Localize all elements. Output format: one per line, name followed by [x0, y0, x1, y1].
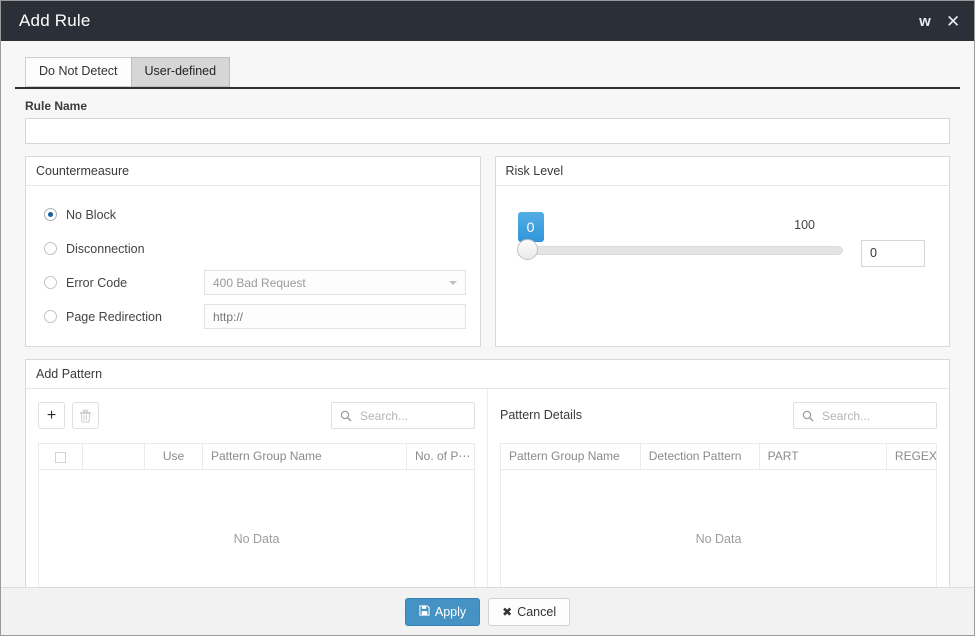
redirect-url-input[interactable] — [204, 304, 466, 329]
trash-icon — [79, 409, 92, 423]
chevron-down-icon — [449, 281, 457, 285]
risk-slider-handle[interactable] — [517, 239, 538, 260]
option-row-page-redirection: Page Redirection — [44, 300, 468, 334]
apply-button-label: Apply — [435, 605, 466, 619]
radio-indicator-page-redirection — [44, 310, 57, 323]
pattern-group-search-input[interactable] — [358, 408, 466, 424]
radio-error-code[interactable]: Error Code — [44, 276, 204, 290]
risk-level-title: Risk Level — [496, 157, 950, 186]
dialog-title: Add Rule — [19, 11, 918, 31]
tab-bar: Do Not Detect User-defined — [25, 57, 960, 87]
column-use[interactable]: Use — [145, 443, 203, 469]
pattern-group-empty-state: No Data — [38, 470, 475, 587]
dialog-footer: Apply ✖ Cancel — [1, 587, 974, 635]
table-header-row: Use Pattern Group Name No. of P⋯ — [39, 443, 475, 469]
add-pattern-panel: Add Pattern + — [25, 359, 950, 587]
option-row-error-code: Error Code 400 Bad Request — [44, 266, 468, 300]
select-all-checkbox[interactable] — [55, 452, 66, 463]
search-icon — [340, 410, 352, 422]
add-rule-dialog: Add Rule w ✕ Do Not Detect User-defined … — [0, 0, 975, 636]
pattern-group-section: + — [26, 389, 488, 587]
pattern-group-toolbar: + — [38, 401, 475, 431]
save-icon — [419, 605, 430, 618]
countermeasure-panel: Countermeasure No Block Disconnection — [25, 156, 481, 347]
apply-button[interactable]: Apply — [405, 598, 480, 626]
risk-slider-track[interactable] — [518, 246, 844, 255]
radio-label-disconnection: Disconnection — [66, 242, 145, 256]
add-pattern-title: Add Pattern — [26, 360, 949, 389]
tab-user-defined[interactable]: User-defined — [131, 57, 231, 87]
close-icon: ✖ — [502, 606, 512, 618]
risk-level-panel: Risk Level 0 100 — [495, 156, 951, 347]
risk-level-control: 0 100 — [496, 186, 950, 287]
delete-pattern-button[interactable] — [72, 402, 99, 429]
pattern-group-table: Use Pattern Group Name No. of P⋯ — [38, 443, 475, 470]
error-code-select[interactable]: 400 Bad Request — [204, 270, 466, 295]
rule-name-field: Rule Name — [25, 99, 950, 144]
pattern-details-empty-state: No Data — [500, 470, 937, 587]
error-code-control: 400 Bad Request — [204, 270, 466, 295]
titlebar-actions: w ✕ — [918, 13, 960, 30]
radio-indicator-error-code — [44, 276, 57, 289]
column-select-all[interactable] — [39, 443, 83, 469]
column-pattern-group-name[interactable]: Pattern Group Name — [501, 443, 641, 469]
radio-label-no-block: No Block — [66, 208, 116, 222]
risk-slider-badge: 0 — [518, 212, 544, 242]
pattern-details-section: Pattern Details — [488, 389, 949, 587]
rule-name-label: Rule Name — [25, 99, 950, 113]
pattern-details-search-input[interactable] — [820, 408, 928, 424]
column-regex[interactable]: REGEX — [886, 443, 936, 469]
add-pattern-body: + — [26, 389, 949, 587]
pattern-details-toolbar: Pattern Details — [500, 401, 937, 431]
close-icon[interactable]: ✕ — [946, 13, 960, 30]
option-row-no-block: No Block — [44, 198, 468, 232]
risk-slider-area: 0 100 — [518, 212, 844, 255]
radio-disconnection[interactable]: Disconnection — [44, 242, 204, 256]
column-part[interactable]: PART — [759, 443, 886, 469]
radio-indicator-disconnection — [44, 242, 57, 255]
cancel-button-label: Cancel — [517, 605, 556, 619]
countermeasure-title: Countermeasure — [26, 157, 480, 186]
redirect-control — [204, 304, 466, 329]
radio-indicator-no-block — [44, 208, 57, 221]
pattern-details-table: Pattern Group Name Detection Pattern PAR… — [500, 443, 937, 470]
column-pattern-group-name[interactable]: Pattern Group Name — [203, 443, 407, 469]
risk-level-number-input[interactable] — [861, 240, 925, 267]
dialog-titlebar: Add Rule w ✕ — [1, 1, 974, 41]
risk-slider-max-label: 100 — [794, 218, 815, 232]
column-detection-pattern[interactable]: Detection Pattern — [640, 443, 759, 469]
tab-do-not-detect[interactable]: Do Not Detect — [25, 57, 132, 87]
radio-no-block[interactable]: No Block — [44, 208, 204, 222]
add-pattern-button[interactable]: + — [38, 402, 65, 429]
column-no-of-patterns[interactable]: No. of P⋯ — [407, 443, 475, 469]
pattern-details-title: Pattern Details — [500, 402, 582, 429]
countermeasure-options: No Block Disconnection Error Code — [26, 186, 480, 346]
pattern-details-search[interactable] — [793, 402, 937, 429]
cancel-button[interactable]: ✖ Cancel — [488, 598, 570, 626]
radio-label-error-code: Error Code — [66, 276, 127, 290]
tab-underline — [15, 87, 960, 89]
rule-name-input[interactable] — [25, 118, 950, 144]
pattern-group-search[interactable] — [331, 402, 475, 429]
radio-page-redirection[interactable]: Page Redirection — [44, 310, 204, 324]
column-blank — [83, 443, 145, 469]
info-icon[interactable]: w — [918, 14, 932, 29]
settings-row: Countermeasure No Block Disconnection — [25, 156, 950, 347]
search-icon — [802, 410, 814, 422]
plus-icon: + — [47, 408, 56, 424]
dialog-body: Do Not Detect User-defined Rule Name Cou… — [1, 41, 974, 587]
option-row-disconnection: Disconnection — [44, 232, 468, 266]
table-header-row: Pattern Group Name Detection Pattern PAR… — [501, 443, 937, 469]
error-code-select-value: 400 Bad Request — [213, 276, 306, 290]
radio-label-page-redirection: Page Redirection — [66, 310, 162, 324]
